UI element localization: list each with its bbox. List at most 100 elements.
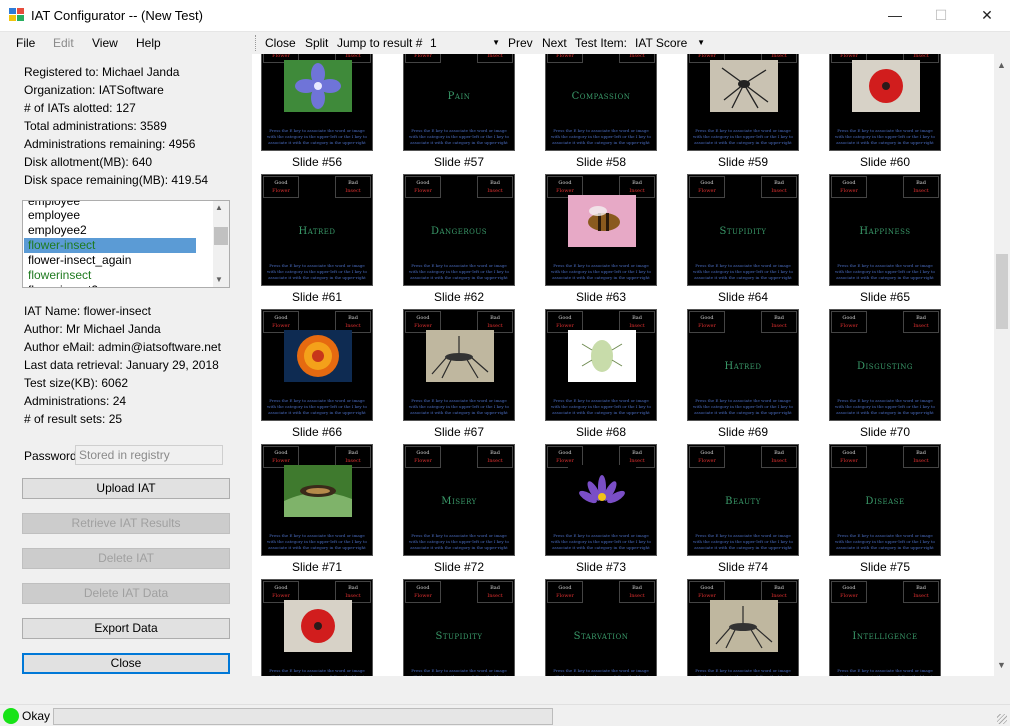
bad-category-box: Bad Insect	[903, 446, 939, 468]
slide-thumbnail[interactable]: GoodFlower BadInsect Compassion Press the E…	[545, 54, 657, 151]
slide-label: Slide #65	[859, 290, 911, 304]
good-category-title: Good	[558, 585, 572, 591]
slide-label: Slide #74	[717, 560, 769, 574]
bad-category-box: Bad Insect	[477, 446, 513, 468]
minimize-button[interactable]: —	[872, 0, 918, 31]
good-category-subtitle: Flower	[272, 323, 290, 329]
good-category-box: Good Flower	[547, 581, 583, 603]
good-category-title: Good	[416, 315, 430, 321]
status-bar: Okay	[0, 704, 1010, 726]
close-button[interactable]: Close	[22, 653, 230, 674]
grid-scrollbar[interactable]: ▲ ▼	[994, 54, 1010, 676]
bad-category-title: Bad	[916, 450, 926, 456]
slide-thumbnail[interactable]: GoodFlowerBadInsectPress the E key to as…	[829, 54, 941, 151]
delete-iat-button[interactable]: Delete IAT	[22, 548, 230, 569]
menu-edit[interactable]: Edit	[53, 36, 74, 50]
list-item[interactable]: employee	[24, 208, 196, 223]
good-category-subtitle: Flower	[556, 188, 574, 194]
slide-thumbnail[interactable]: Good Flower Bad Insect Hatred Press the E key…	[261, 174, 373, 286]
export-data-button[interactable]: Export Data	[22, 618, 230, 639]
good-category-subtitle: Flower	[698, 323, 716, 329]
administrations-text: Administrations: 24	[24, 394, 127, 408]
password-field[interactable]: Stored in registry	[75, 445, 223, 465]
list-item[interactable]: flowerinsect	[24, 268, 196, 283]
close-window-button[interactable]: ✕	[964, 0, 1010, 31]
list-item[interactable]: flower-insect_again	[24, 253, 196, 268]
good-category-subtitle: Flower	[272, 458, 290, 464]
list-item-selected[interactable]: flower-insect	[24, 238, 196, 253]
jump-to-result-select[interactable]: 1 ▼	[430, 34, 500, 52]
slide-thumbnail[interactable]: Good Flower Bad Insect Starvation Press the E…	[545, 579, 657, 676]
menu-help[interactable]: Help	[136, 36, 161, 50]
slide-thumbnail[interactable]: GoodFlowerBadInsectPress the E key to as…	[261, 444, 373, 556]
upload-iat-button[interactable]: Upload IAT	[22, 478, 230, 499]
slide-thumbnail[interactable]: Good Flower Bad Insect Intelligence Press the…	[829, 579, 941, 676]
slide-thumbnail[interactable]: GoodFlowerBadInsectPress the E key to as…	[261, 579, 373, 676]
slide-thumbnail[interactable]: Good Flower Bad Insect Stupidity Press the E …	[403, 579, 515, 676]
toolbar-close-button[interactable]: Close	[265, 36, 296, 50]
slide-thumbnail[interactable]: GoodFlowerBadInsectPress the E key to as…	[545, 174, 657, 286]
next-button[interactable]: Next	[542, 36, 567, 50]
slide-thumbnail[interactable]: GoodFlowerBadInsectPress the E key to as…	[687, 54, 799, 151]
test-item-select[interactable]: IAT Score ▼	[635, 34, 705, 52]
slide-thumbnail[interactable]: Good Flower Bad Insect Disgusting Press the E…	[829, 309, 941, 421]
slide-instructions: Press the E key to associate the word or…	[693, 668, 793, 676]
bad-category-subtitle: Insect	[487, 188, 503, 194]
scroll-up-icon[interactable]: ▲	[215, 203, 223, 212]
slide-thumbnail[interactable]: GoodFlowerBadInsectPress the E key to as…	[403, 309, 515, 421]
slide-thumbnail[interactable]: Good Flower Bad Insect Hatred Press the E key…	[687, 309, 799, 421]
slide-thumbnail[interactable]: Good Flower Bad Insect Happiness Press the E …	[829, 174, 941, 286]
resize-grip-icon[interactable]	[997, 714, 1007, 724]
slide-thumbnail[interactable]: Good Flower Bad Insect Beauty Press the E key…	[687, 444, 799, 556]
slide-thumbnail[interactable]: GoodFlowerBadInsectPress the E key to as…	[545, 309, 657, 421]
slide-thumbnail[interactable]: GoodFlowerBadInsectPress the E key to as…	[261, 309, 373, 421]
bad-category-box: Bad Insect	[335, 176, 371, 198]
bad-category-subtitle: Insect	[629, 54, 645, 59]
list-item[interactable]: flowerinsect2	[24, 283, 196, 287]
slide-thumbnail[interactable]: GoodFlower BadInsect Pain Press the E key t…	[403, 54, 515, 151]
scroll-down-icon[interactable]: ▼	[997, 660, 1006, 670]
prev-button[interactable]: Prev	[508, 36, 533, 50]
delete-iat-data-button[interactable]: Delete IAT Data	[22, 583, 230, 604]
good-category-subtitle: Flower	[698, 188, 716, 194]
bad-category-title: Bad	[490, 585, 500, 591]
slide-thumbnail[interactable]: Good Flower Bad Insect Disease Press the E ke…	[829, 444, 941, 556]
bad-category-box: Bad Insect	[477, 176, 513, 198]
iat-list[interactable]: employee employee employee2 flower-insec…	[22, 200, 230, 288]
jump-label: Jump to result #	[337, 36, 423, 50]
bad-category-title: Bad	[348, 180, 358, 186]
menu-view[interactable]: View	[92, 36, 118, 50]
scroll-up-icon[interactable]: ▲	[997, 60, 1006, 70]
slide-thumbnail[interactable]: GoodFlowerBadInsectPress the E key to as…	[261, 54, 373, 151]
list-scroll-thumb[interactable]	[214, 227, 228, 245]
bad-category-subtitle: Insect	[913, 323, 929, 329]
bad-category-subtitle: Insect	[629, 593, 645, 599]
split-button[interactable]: Split	[305, 36, 328, 50]
slide-instructions: Press the E key to associate the word or…	[409, 533, 509, 550]
good-category-title: Good	[842, 180, 856, 186]
slide-instructions: Press the E key to associate the word or…	[835, 668, 935, 676]
retrieve-results-button[interactable]: Retrieve IAT Results	[22, 513, 230, 534]
slide-label: Slide #63	[575, 290, 627, 304]
list-scrollbar[interactable]: ▲ ▼	[213, 201, 229, 287]
toolbar: Close Split Jump to result # 1 ▼ Prev Ne…	[252, 32, 1010, 54]
slide-thumbnail[interactable]: Good Flower Bad Insect Dangerous Press the E …	[403, 174, 515, 286]
slide-thumbnail[interactable]: GoodFlowerBadInsectPress the E key to as…	[545, 444, 657, 556]
water-lily-flower-image	[568, 465, 636, 517]
slide-thumbnail[interactable]: GoodFlowerBadInsectPress the E key to as…	[687, 579, 799, 676]
good-category-subtitle: Flower	[414, 458, 432, 464]
progress-bar	[53, 708, 553, 725]
grid-scroll-thumb[interactable]	[996, 254, 1008, 329]
slide-instructions: Press the E key to associate the word or…	[551, 533, 651, 550]
list-item[interactable]: employee2	[24, 223, 196, 238]
menu-file[interactable]: File	[16, 36, 35, 50]
slide-thumbnail[interactable]: Good Flower Bad Insect Stupidity Press the E …	[687, 174, 799, 286]
scroll-down-icon[interactable]: ▼	[215, 275, 223, 284]
good-category-title: Good	[700, 315, 714, 321]
grid-bottom-strip	[252, 676, 1010, 704]
stimulus-word: Happiness	[859, 226, 911, 237]
chevron-down-icon: ▼	[697, 38, 705, 47]
slide-thumbnail[interactable]: Good Flower Bad Insect Misery Press the E key…	[403, 444, 515, 556]
maximize-button[interactable]: ☐	[918, 0, 964, 31]
bad-category-title: Bad	[632, 180, 642, 186]
